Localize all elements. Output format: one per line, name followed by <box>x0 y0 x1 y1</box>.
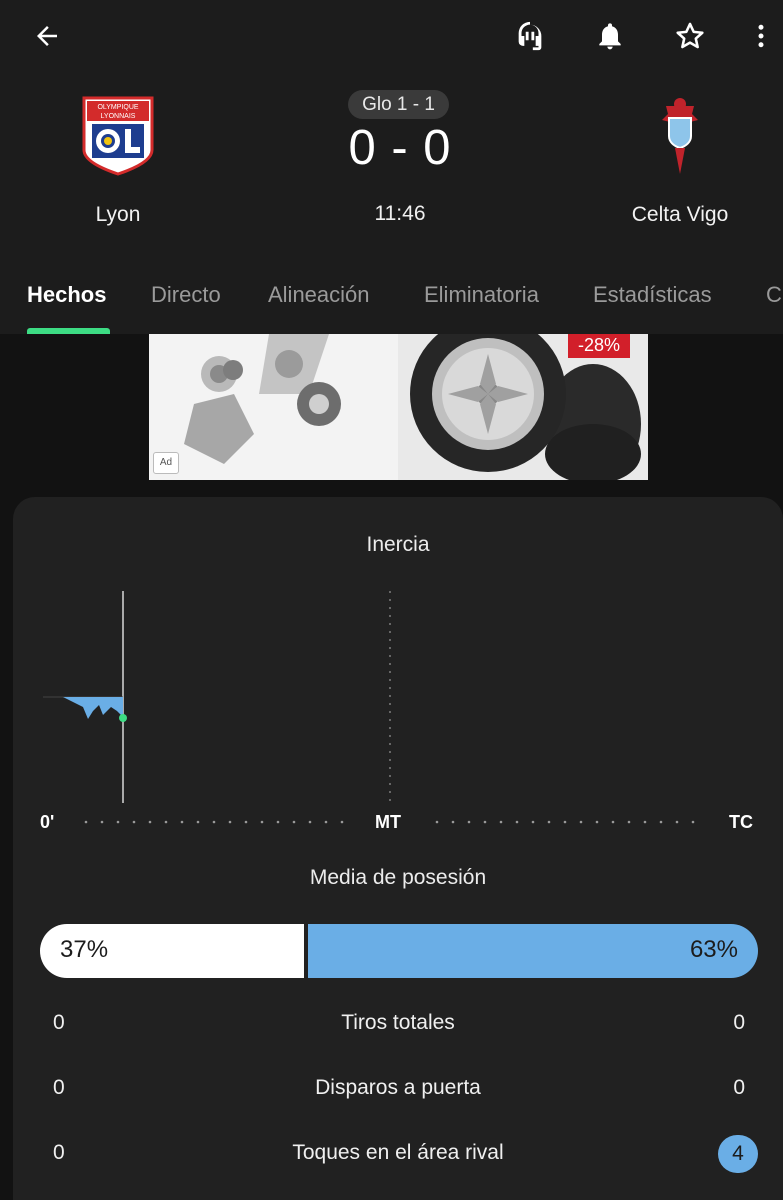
momentum-chart-svg <box>43 591 695 824</box>
aggregate-score-pill: Glo 1 - 1 <box>348 90 449 119</box>
svg-text:LYONNAIS: LYONNAIS <box>101 113 136 120</box>
stat-label: Disparos a puerta <box>315 1076 481 1099</box>
arrow-back-icon <box>37 26 57 46</box>
axis-label-fulltime: TC <box>729 812 753 832</box>
more-vertical-icon <box>758 24 764 48</box>
momentum-chart <box>13 577 783 827</box>
stat-row-shots-on-target: 0 Disparos a puerta 0 <box>13 1070 783 1110</box>
stat-row-box-touches: 0 Toques en el área rival 4 <box>13 1135 783 1175</box>
match-stats-card: Inercia 0' MT TC Media de posesión 37% 6… <box>13 497 783 1200</box>
possession-home-fill: 37% <box>40 924 304 978</box>
discount-badge: -28% <box>568 334 630 358</box>
possession-away-value: 63% <box>689 936 738 963</box>
tab-more-clipped[interactable]: C <box>766 282 782 308</box>
top-app-bar <box>0 0 783 76</box>
active-tab-indicator <box>27 328 110 334</box>
stat-row-total-shots: 0 Tiros totales 0 <box>13 1005 783 1045</box>
bell-icon <box>599 23 621 50</box>
away-team-name[interactable]: Celta Vigo <box>590 203 770 227</box>
tab-eliminatoria[interactable]: Eliminatoria <box>424 282 539 308</box>
match-header: OLYMPIQUE LYONNAIS Lyon Glo 1 - 1 0 - 0 … <box>0 0 783 334</box>
tab-directo[interactable]: Directo <box>151 282 221 308</box>
tab-alineacion[interactable]: Alineación <box>268 282 370 308</box>
home-team-name[interactable]: Lyon <box>28 203 208 227</box>
svg-text:OLYMPIQUE: OLYMPIQUE <box>97 104 138 111</box>
momentum-area <box>63 697 123 719</box>
stat-label: Tiros totales <box>341 1011 455 1034</box>
more-options-button[interactable] <box>739 14 783 58</box>
notifications-button[interactable] <box>588 14 632 58</box>
ad-choices-badge[interactable]: Ad <box>153 452 179 474</box>
possession-bar: 37% 63% <box>40 924 758 978</box>
back-button[interactable] <box>25 14 69 58</box>
axis-label-start: 0' <box>40 812 55 832</box>
tab-estadisticas[interactable]: Estadísticas <box>593 282 712 308</box>
match-tabs: Hechos Directo Alineación Eliminatoria E… <box>0 262 783 334</box>
momentum-title: Inercia <box>366 533 430 556</box>
stat-away-value: 0 <box>733 1076 745 1099</box>
match-time: 11:46 <box>374 202 426 225</box>
ad-image-car-parts: Ad <box>149 334 398 480</box>
stat-away-value-highlight: 4 <box>718 1135 758 1173</box>
possession-title: Media de posesión <box>309 866 487 889</box>
current-point <box>119 714 127 722</box>
match-score: 0 - 0 <box>348 121 452 175</box>
stat-label: Toques en el área rival <box>292 1141 504 1164</box>
celta-vigo-crest-logo[interactable] <box>654 94 706 176</box>
ad-banner[interactable]: Ad -28% <box>149 334 648 480</box>
headset-icon <box>518 21 542 51</box>
possession-away-fill: 63% <box>308 924 758 978</box>
audio-commentary-button[interactable] <box>508 14 552 58</box>
star-outline-icon <box>676 22 704 49</box>
possession-home-value: 37% <box>60 936 109 963</box>
favorite-button[interactable] <box>668 14 712 58</box>
lyon-crest-logo[interactable]: OLYMPIQUE LYONNAIS <box>82 96 154 176</box>
tab-hechos[interactable]: Hechos <box>27 282 106 308</box>
axis-label-halftime: MT <box>375 812 401 832</box>
ad-image-tires: -28% <box>398 334 648 480</box>
stat-away-value: 0 <box>733 1011 745 1034</box>
